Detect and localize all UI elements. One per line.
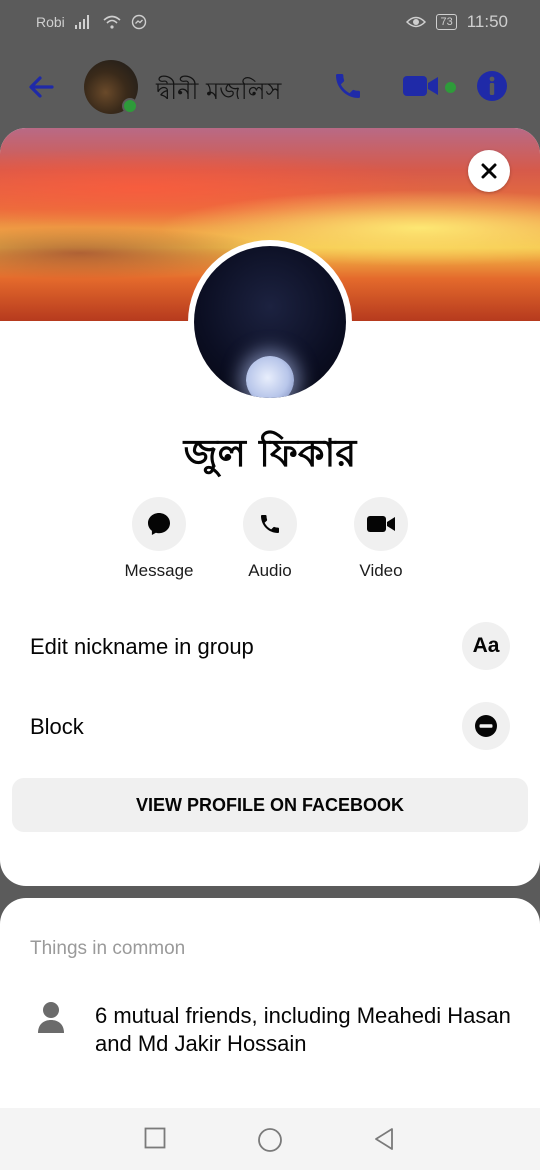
profile-card: জুল ফিকার Message Audio Video Edit nickn… <box>0 128 540 886</box>
video-label: Video <box>359 561 403 580</box>
recent-apps-icon[interactable] <box>144 1127 166 1149</box>
video-action[interactable]: Video <box>326 497 436 581</box>
system-navigation-bar <box>0 1108 540 1170</box>
clock: 11:50 <box>466 12 508 31</box>
video-active-dot <box>445 82 456 93</box>
chat-header: দ্বীনী মজলিস <box>0 56 540 120</box>
carrier-label: Robi <box>36 14 65 30</box>
close-icon <box>481 163 497 179</box>
view-profile-button[interactable]: VIEW PROFILE ON FACEBOOK <box>12 778 528 832</box>
message-label: Message <box>124 561 194 580</box>
signal-icon <box>74 15 89 29</box>
profile-picture[interactable] <box>188 240 352 404</box>
text-style-icon: Aa <box>472 634 500 657</box>
messenger-icon <box>131 14 146 30</box>
back-arrow-icon[interactable] <box>26 72 56 102</box>
moon-image <box>246 356 294 398</box>
home-icon[interactable] <box>257 1127 283 1153</box>
mutual-friends-text: 6 mutual friends, including Meahedi Hasa… <box>95 1003 511 1056</box>
back-nav-icon[interactable] <box>372 1127 396 1151</box>
block-label: Block <box>30 714 84 739</box>
eye-comfort-icon <box>406 16 427 28</box>
status-bar: Robi 73 11:50 <box>0 0 540 46</box>
section-title: Things in common <box>30 938 186 959</box>
message-action[interactable]: Message <box>104 497 214 581</box>
online-status-dot <box>122 98 138 114</box>
edit-nickname-label: Edit nickname in group <box>30 634 254 659</box>
block-icon <box>475 715 497 737</box>
audio-action[interactable]: Audio <box>215 497 325 581</box>
close-button[interactable] <box>468 150 510 192</box>
block-row[interactable]: Block <box>0 698 540 754</box>
info-icon[interactable] <box>476 70 508 102</box>
message-bubble-icon <box>148 513 170 535</box>
profile-name: জুল ফিকার <box>183 431 357 475</box>
edit-nickname-row[interactable]: Edit nickname in group Aa <box>0 618 540 674</box>
wifi-icon <box>103 15 121 29</box>
block-button[interactable] <box>462 702 510 750</box>
phone-call-icon[interactable] <box>332 70 364 102</box>
video-call-icon[interactable] <box>402 70 440 102</box>
person-icon <box>38 1002 64 1033</box>
action-buttons: Message Audio Video <box>0 497 540 587</box>
video-camera-icon <box>367 516 395 532</box>
chat-title[interactable]: দ্বীনী মজলিস <box>156 73 281 113</box>
battery-indicator: 73 <box>436 14 457 30</box>
phone-icon <box>261 515 279 533</box>
edit-nickname-button[interactable]: Aa <box>462 622 510 670</box>
audio-label: Audio <box>248 561 292 580</box>
